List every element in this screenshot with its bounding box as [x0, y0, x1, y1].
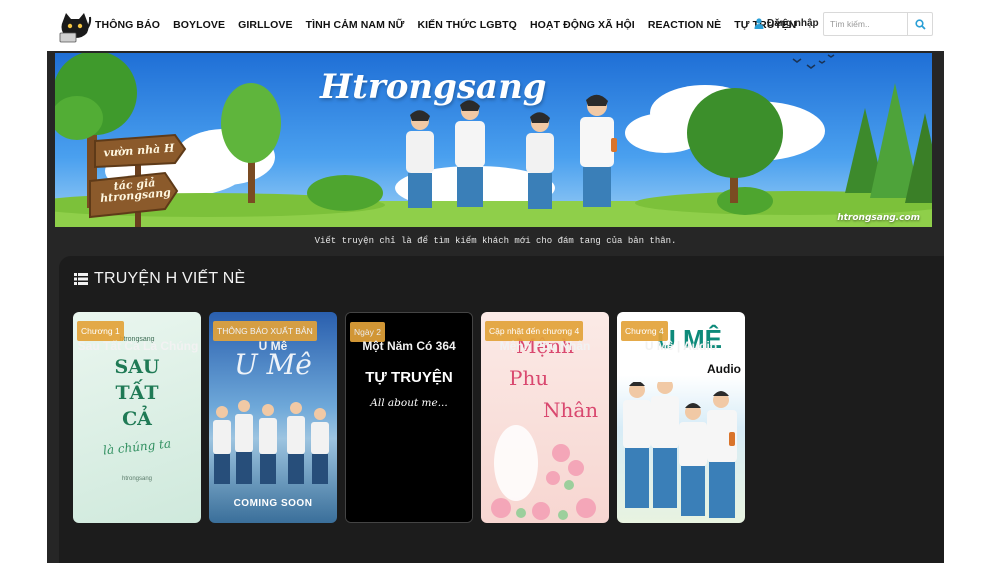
cover-1-l2: TẤT — [115, 382, 159, 404]
cover-3-l2: All about me... — [370, 397, 448, 409]
search-box — [823, 12, 933, 36]
menu-item-kien-thuc-lgbtq[interactable]: KIẾN THỨC LGBTQ — [417, 19, 516, 31]
cover-2-foot: COMING SOON — [233, 498, 313, 509]
cover-5-l2: Audio — [707, 362, 741, 376]
story-badge-2: THÔNG BÁO XUẤT BẢN — [213, 321, 317, 341]
top-navbar: THÔNG BÁO BOYLOVE GIRLLOVE TÌNH CẢM NAM … — [0, 0, 1000, 50]
menu-item-boylove[interactable]: BOYLOVE — [173, 19, 225, 31]
site-tagline: Viết truyện chỉ là để tìm kiếm khách mới… — [314, 236, 677, 246]
story-badge-5: Chương 4 — [621, 321, 668, 341]
cover-4-flowers — [491, 425, 596, 520]
login-link[interactable]: Đăng nhập — [754, 18, 819, 29]
section-header: TRUYỆN H VIẾT NÈ — [74, 270, 245, 288]
story-title-5[interactable]: U Mê | Audio — [611, 339, 751, 353]
list-icon — [74, 273, 88, 285]
story-title-3[interactable]: Một Năm Có 364 — [339, 339, 479, 353]
cover-5-figures — [623, 382, 737, 518]
cover-3-l1: TỰ TRUYỆN — [365, 369, 453, 386]
menu-item-reaction-ne[interactable]: REACTION NÈ — [648, 19, 721, 31]
menu-item-hoat-dong-xa-hoi[interactable]: HOẠT ĐỘNG XÃ HỘI — [530, 19, 635, 31]
user-icon — [754, 18, 764, 29]
login-label: Đăng nhập — [767, 18, 819, 29]
story-title-1[interactable]: Sau Tất Cả Là Chúng — [68, 339, 208, 353]
story-badge-1: Chương 1 — [77, 321, 124, 341]
cat-logo-icon[interactable] — [57, 11, 93, 43]
story-title-4[interactable]: Mệnh Phu Nhân — [475, 339, 615, 353]
search-input[interactable] — [824, 13, 907, 35]
story-badge-4: Cập nhật đến chương 4 — [485, 321, 584, 341]
cover-1-l3: CẢ — [122, 408, 152, 430]
stories-section: TRUYỆN H VIẾT NÈ htrongsang SAU TẤT CẢ l… — [59, 256, 944, 563]
cover-1-l1: SAU — [114, 356, 160, 378]
story-title-2[interactable]: U Mê — [203, 339, 343, 353]
main-content: Htrongsang vườn nhà H tác giả htrongsang… — [47, 51, 944, 563]
cover-1-credit: htrongsang — [121, 476, 153, 482]
menu-item-thong-bao[interactable]: THÔNG BÁO — [95, 19, 160, 31]
search-icon — [914, 18, 926, 30]
cover-4-l2: Phu — [509, 366, 549, 390]
banner-title: Htrongsang — [320, 67, 547, 107]
menu-item-girllove[interactable]: GIRLLOVE — [238, 19, 292, 31]
search-button[interactable] — [907, 13, 932, 35]
cover-1-l4: là chúng ta — [102, 436, 172, 458]
main-menu: THÔNG BÁO BOYLOVE GIRLLOVE TÌNH CẢM NAM … — [95, 0, 809, 50]
cover-4-l3: Nhân — [543, 398, 599, 422]
section-title: TRUYỆN H VIẾT NÈ — [94, 270, 246, 287]
hero-banner: Htrongsang vườn nhà H tác giả htrongsang… — [55, 53, 932, 227]
cover-2-figures — [213, 400, 329, 484]
banner-url: htrongsang.com — [837, 213, 920, 223]
menu-item-tinh-cam-nam-nu[interactable]: TÌNH CẢM NAM NỮ — [306, 19, 405, 31]
